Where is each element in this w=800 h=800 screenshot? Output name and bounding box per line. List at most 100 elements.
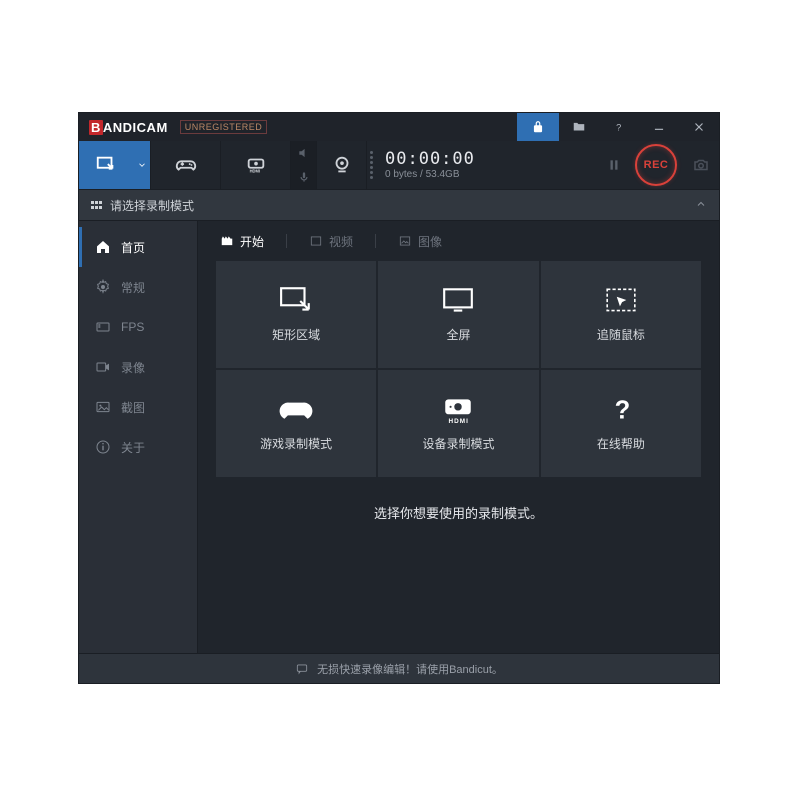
rect-area-icon xyxy=(279,286,313,316)
card-label: 在线帮助 xyxy=(597,435,645,452)
mode-screen-dropdown[interactable] xyxy=(133,141,151,189)
record-label: REC xyxy=(644,159,669,171)
card-game-mode[interactable]: 游戏录制模式 xyxy=(216,370,376,477)
size-status: 0 bytes / 53.4GB xyxy=(385,169,599,180)
mode-strip-text: 请选择录制模式 xyxy=(110,197,194,214)
sidebar-item-video[interactable]: 录像 xyxy=(79,347,197,387)
mode-cards: 矩形区域 全屏 追随鼠标 游戏录制模式 HDMI 设备录制模式 xyxy=(198,261,719,477)
footer[interactable]: 无损快速录像编辑！请使用Bandicut。 xyxy=(79,653,719,683)
sidebar-item-label: 常规 xyxy=(121,279,145,296)
speaker-icon xyxy=(297,146,311,160)
content: 开始 视频 图像 矩形区域 xyxy=(197,221,719,653)
lock-icon xyxy=(531,120,545,134)
fps-icon xyxy=(95,319,111,335)
mic-toggle[interactable] xyxy=(291,165,316,189)
film-icon xyxy=(309,234,323,248)
mode-device[interactable]: HDMI xyxy=(221,141,291,189)
sidebar-item-label: 首页 xyxy=(121,239,145,256)
speaker-toggle[interactable] xyxy=(291,141,316,165)
sidebar-item-label: FPS xyxy=(121,320,144,334)
collapse-toggle[interactable] xyxy=(695,198,707,213)
card-follow-mouse[interactable]: 追随鼠标 xyxy=(541,261,701,368)
sidebar-item-home[interactable]: 首页 xyxy=(79,227,197,267)
lock-button[interactable] xyxy=(517,113,559,141)
card-label: 设备录制模式 xyxy=(422,435,494,452)
chevron-up-icon xyxy=(695,198,707,210)
tab-label: 图像 xyxy=(418,233,442,250)
gear-icon xyxy=(95,279,111,295)
content-tabs: 开始 视频 图像 xyxy=(198,221,719,261)
minimize-button[interactable] xyxy=(639,113,679,141)
app-window: BANDICAM UNREGISTERED ? xyxy=(79,113,719,683)
tab-label: 视频 xyxy=(329,233,353,250)
question-icon: ? xyxy=(612,120,626,134)
close-button[interactable] xyxy=(679,113,719,141)
camera-icon xyxy=(692,156,710,174)
minimize-icon xyxy=(652,120,666,134)
screen-rect-icon xyxy=(95,154,117,176)
chat-icon xyxy=(295,662,309,676)
sidebar-item-label: 截图 xyxy=(121,399,145,416)
cursor-dashed-icon xyxy=(604,286,638,316)
toolbar: HDMI 00:00:00 0 bytes / 53.4GB REC xyxy=(79,141,719,189)
info-icon xyxy=(95,439,111,455)
folder-icon xyxy=(572,120,586,134)
card-online-help[interactable]: ? 在线帮助 xyxy=(541,370,701,477)
body: 首页 常规 FPS 录像 截图 关于 xyxy=(79,221,719,653)
pause-icon xyxy=(607,157,621,173)
unregistered-badge: UNREGISTERED xyxy=(180,120,268,134)
image-icon xyxy=(95,399,111,415)
card-label: 追随鼠标 xyxy=(597,326,645,343)
tab-start[interactable]: 开始 xyxy=(220,233,264,250)
audio-stack xyxy=(291,141,317,189)
sidebar-item-about[interactable]: 关于 xyxy=(79,427,197,467)
monitor-icon xyxy=(441,286,475,316)
sidebar-item-label: 关于 xyxy=(121,439,145,456)
sidebar-item-label: 录像 xyxy=(121,359,145,376)
content-caption: 选择你想要使用的录制模式。 xyxy=(198,477,719,522)
hdmi-icon: HDMI xyxy=(245,154,267,176)
tab-image[interactable]: 图像 xyxy=(398,233,442,250)
card-label: 矩形区域 xyxy=(272,326,320,343)
sidebar-item-fps[interactable]: FPS xyxy=(79,307,197,347)
folder-button[interactable] xyxy=(559,113,599,141)
mic-icon xyxy=(297,170,311,184)
record-button[interactable]: REC xyxy=(629,141,683,189)
footer-text: 无损快速录像编辑！请使用Bandicut。 xyxy=(317,661,503,677)
tab-video[interactable]: 视频 xyxy=(309,233,353,250)
brand-rest: ANDICAM xyxy=(103,120,168,135)
picture-icon xyxy=(398,234,412,248)
sidebar-item-general[interactable]: 常规 xyxy=(79,267,197,307)
app-logo: BANDICAM UNREGISTERED xyxy=(79,120,267,135)
gamepad-icon xyxy=(175,154,197,176)
help-button[interactable]: ? xyxy=(599,113,639,141)
record-circle: REC xyxy=(635,144,677,186)
svg-text:HDMI: HDMI xyxy=(249,168,260,173)
brand-box: B xyxy=(89,120,103,135)
sidebar-item-image[interactable]: 截图 xyxy=(79,387,197,427)
mode-screen-rect[interactable] xyxy=(79,141,133,189)
gamepad-large-icon xyxy=(279,395,313,425)
clapper-icon xyxy=(220,234,234,248)
tab-label: 开始 xyxy=(240,233,264,250)
mode-strip[interactable]: 请选择录制模式 xyxy=(79,189,719,221)
pause-button[interactable] xyxy=(599,141,629,189)
titlebar: BANDICAM UNREGISTERED ? xyxy=(79,113,719,141)
home-icon xyxy=(95,239,111,255)
card-fullscreen[interactable]: 全屏 xyxy=(378,261,538,368)
timer-value: 00:00:00 xyxy=(385,150,599,169)
card-label: 游戏录制模式 xyxy=(260,435,332,452)
card-label: 全屏 xyxy=(446,326,470,343)
close-icon xyxy=(692,120,706,134)
drag-handle[interactable] xyxy=(367,141,375,189)
timer-display: 00:00:00 0 bytes / 53.4GB xyxy=(375,141,599,189)
webcam-toggle[interactable] xyxy=(317,141,367,189)
brand-text: BANDICAM xyxy=(89,120,168,135)
card-rect-area[interactable]: 矩形区域 xyxy=(216,261,376,368)
svg-text:HDMI: HDMI xyxy=(449,418,470,425)
grid-icon xyxy=(91,201,102,209)
video-icon xyxy=(95,359,111,375)
mode-game[interactable] xyxy=(151,141,221,189)
screenshot-button[interactable] xyxy=(683,141,719,189)
card-device-mode[interactable]: HDMI 设备录制模式 xyxy=(378,370,538,477)
